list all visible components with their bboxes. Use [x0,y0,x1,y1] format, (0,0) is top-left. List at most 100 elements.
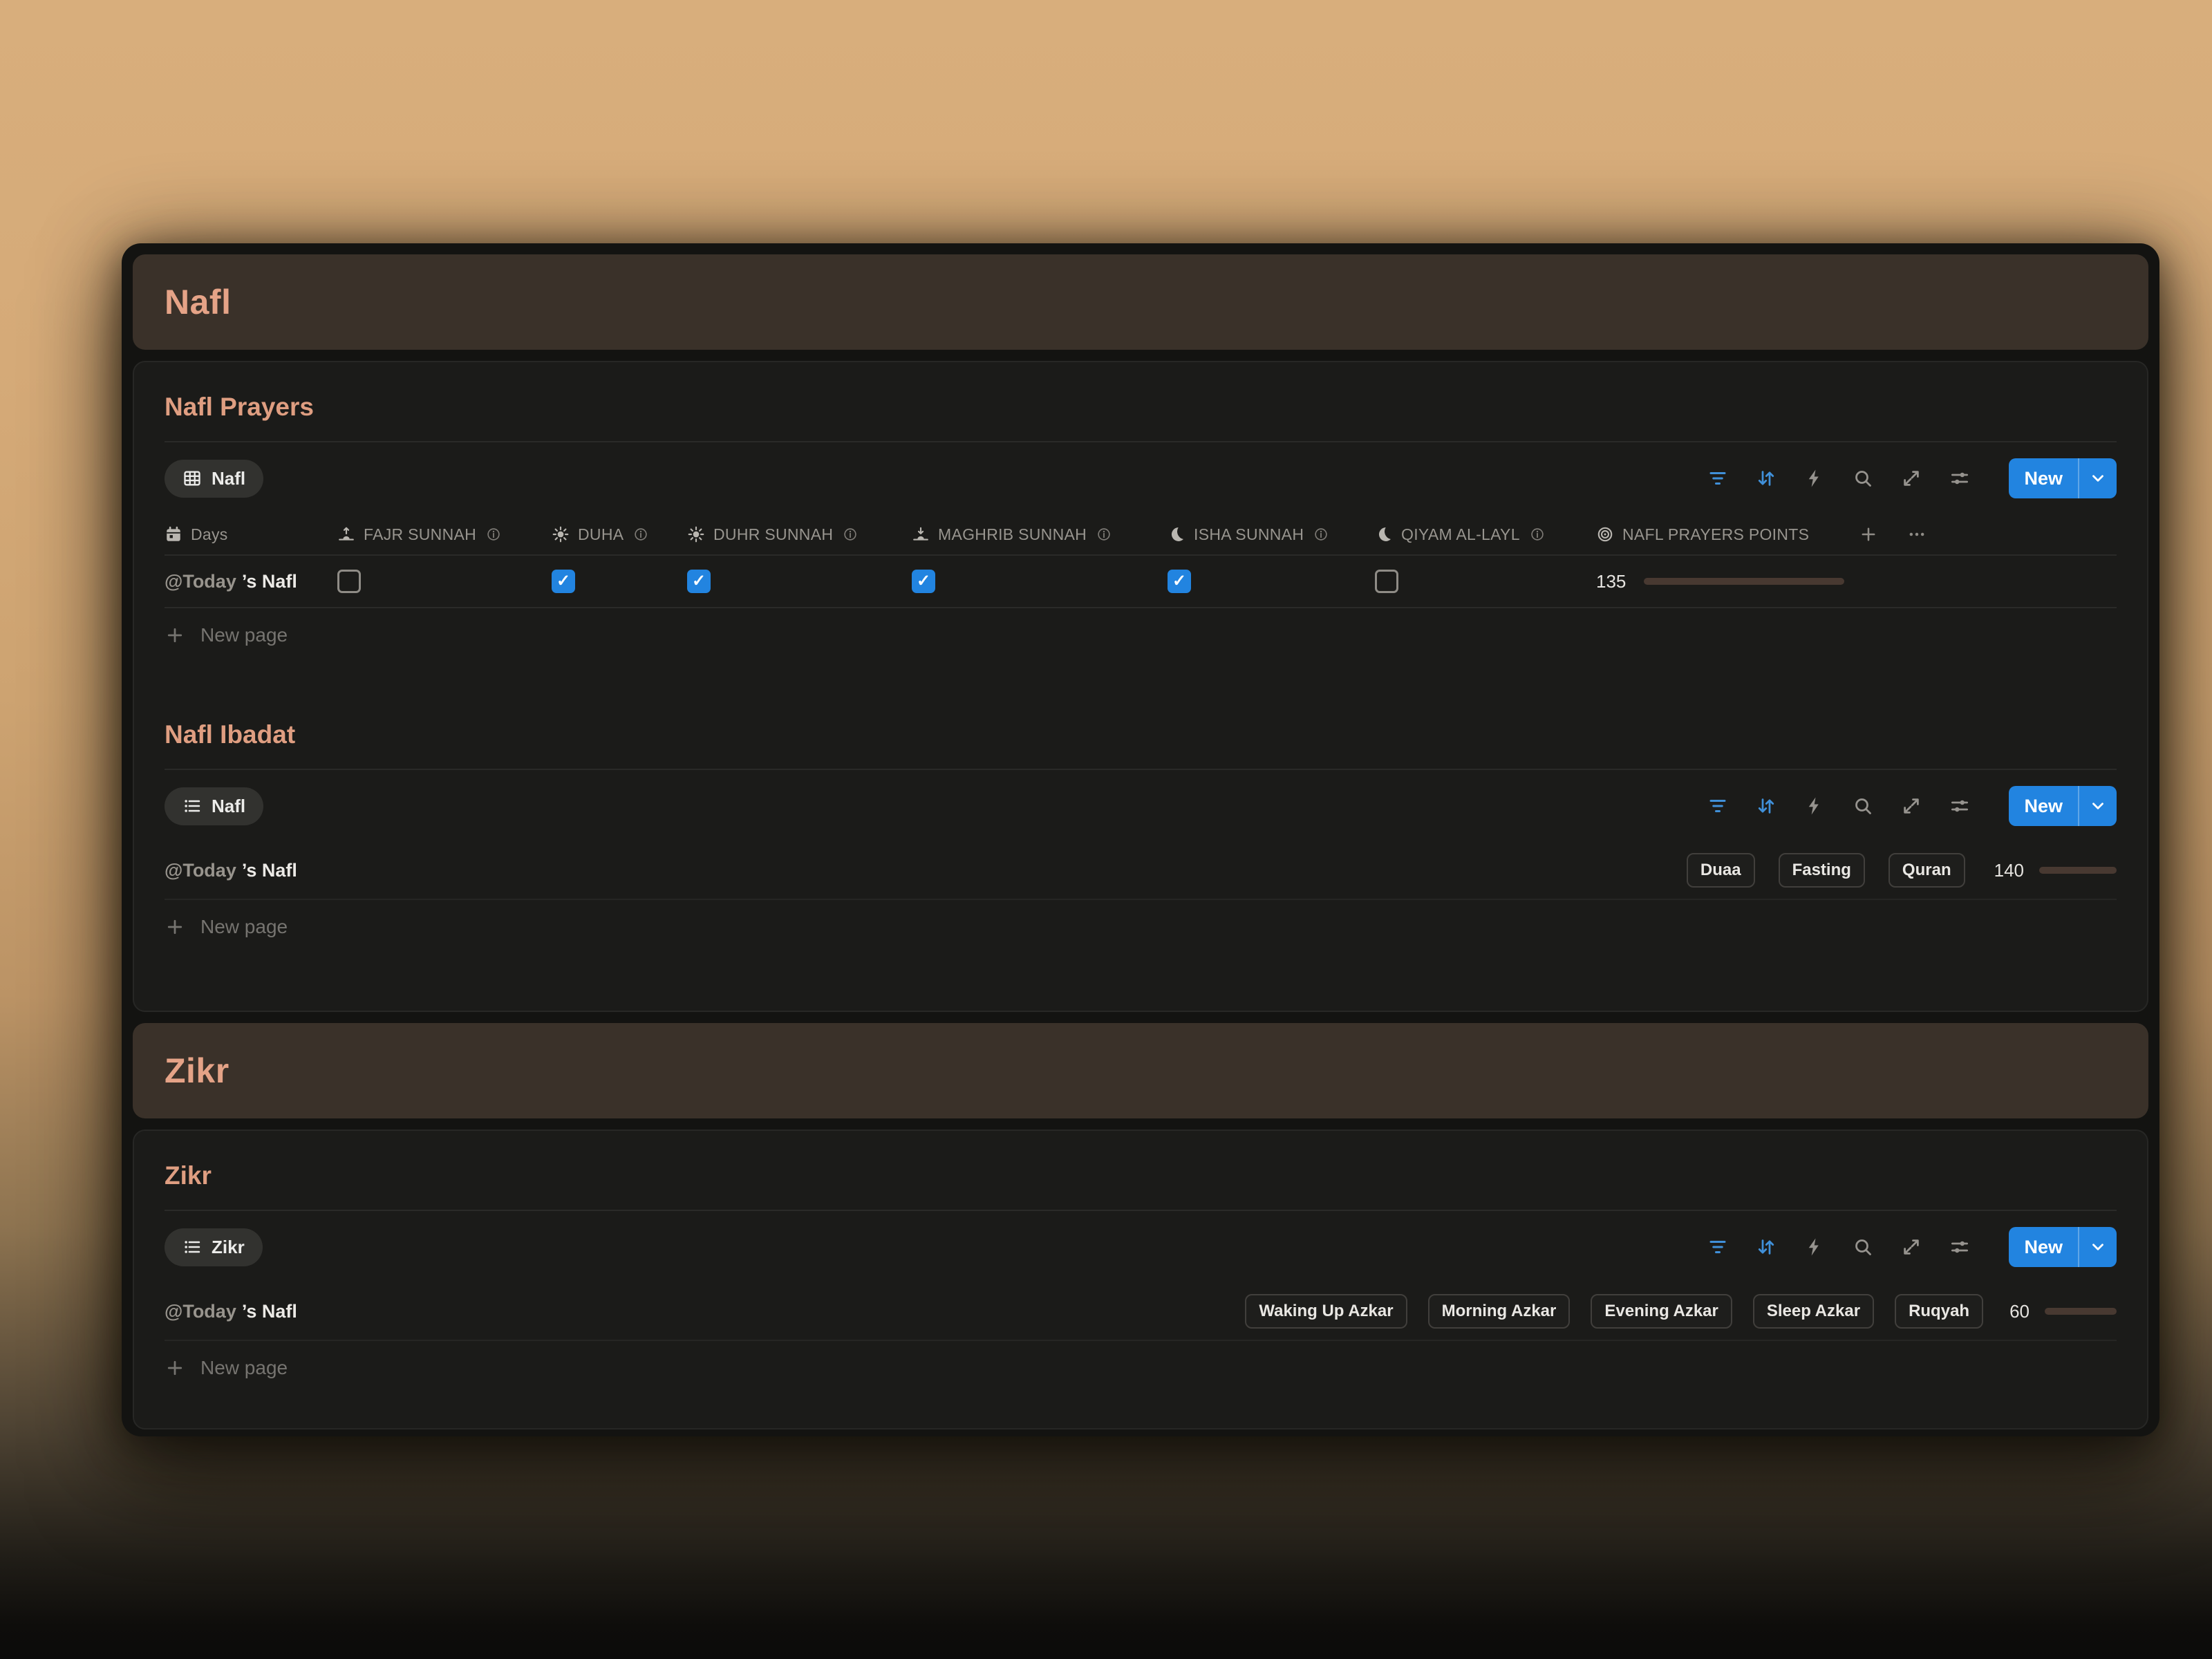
column-header-duha[interactable]: DUHA [552,525,687,544]
nafl-prayers-view-bar: Nafl New [165,442,2117,514]
checkbox-duha[interactable]: ✓ [552,570,575,593]
points-progress-bar [1644,578,1845,585]
table-view-icon [184,471,200,486]
points-value: 140 [1994,859,2024,881]
new-page-button[interactable]: New page [165,608,2117,662]
bolt-icon[interactable] [1804,1237,1825,1257]
check-icon: ✓ [691,572,706,590]
app-window: Nafl Nafl Prayers Nafl New Days FAJR SUN… [122,243,2159,1436]
tab-nafl-list-view[interactable]: Nafl [165,787,264,825]
sunset-icon [913,527,928,541]
sliders-icon[interactable] [1949,1237,1970,1257]
bolt-icon[interactable] [1804,796,1825,816]
table-options-button[interactable] [1907,525,1956,544]
info-icon [487,528,500,541]
sun-icon [688,526,704,543]
search-icon[interactable] [1853,1237,1873,1257]
column-header-isha-sunnah[interactable]: ISHA SUNNAH [1168,525,1375,544]
bolt-icon[interactable] [1804,468,1825,489]
calendar-icon [165,526,182,543]
sort-icon[interactable] [1756,1237,1777,1257]
points-progress-bar [2045,1308,2117,1315]
moon-icon [1171,527,1183,541]
new-button-dropdown[interactable] [2078,786,2117,826]
column-label: MAGHRIB SUNNAH [938,525,1087,543]
checkbox-duhr-sunnah[interactable]: ✓ [687,570,711,593]
tag-list: Duaa Fasting Quran 140 [1686,853,2117,888]
column-header-fajr-sunnah[interactable]: FAJR SUNNAH [337,525,552,544]
nafl-section: Nafl Prayers Nafl New Days FAJR SUNNAH D… [133,361,2148,1012]
info-icon [844,528,857,541]
sliders-icon[interactable] [1949,468,1970,489]
column-header-days[interactable]: Days [165,525,337,544]
zikr-section: Zikr Zikr New @Today ’s Nafl Waking Up A… [133,1130,2148,1430]
row-title-cell[interactable]: @Today’s Nafl [165,571,337,592]
column-header-maghrib-sunnah[interactable]: MAGHRIB SUNNAH [912,525,1168,544]
column-label: DUHA [578,525,624,543]
list-item[interactable]: @Today’s Nafl Waking Up Azkar Morning Az… [165,1283,2117,1341]
points-value: 60 [2009,1300,2030,1322]
today-mention[interactable]: @Today [165,860,236,881]
view-tab-label: Nafl [212,467,246,489]
today-mention[interactable]: @Today [165,571,236,592]
new-page-button[interactable]: New page [165,900,2117,954]
checkbox-qiyam-al-layl[interactable]: ✓ [1375,570,1398,593]
nafl-ibadat-toolbar: New [1707,786,2117,826]
new-button[interactable]: New [2009,458,2117,498]
tag-morning-azkar[interactable]: Morning Azkar [1427,1294,1571,1329]
page-title-zikr: Zikr [165,1051,229,1090]
more-dots-icon [1909,532,1924,536]
zikr-title-box: Zikr [133,1023,2148,1118]
table-row[interactable]: @Today’s Nafl ✓ ✓ ✓ ✓ ✓ ✓ 135 [165,556,2117,608]
list-item[interactable]: @Today’s Nafl Duaa Fasting Quran 140 [165,842,2117,900]
filter-icon[interactable] [1707,468,1728,489]
new-button-label[interactable]: New [2009,1227,2078,1267]
add-column-button[interactable] [1859,525,1907,544]
check-icon: ✓ [1172,572,1187,590]
tab-zikr-list-view[interactable]: Zikr [165,1228,263,1266]
filter-icon[interactable] [1707,1237,1728,1257]
sort-icon[interactable] [1756,796,1777,816]
row-title-text: ’s Nafl [241,859,297,881]
tag-duaa[interactable]: Duaa [1686,853,1755,888]
column-label: NAFL PRAYERS POINTS [1622,525,1810,543]
tag-evening-azkar[interactable]: Evening Azkar [1591,1294,1732,1329]
info-icon [1315,528,1328,541]
new-button[interactable]: New [2009,786,2117,826]
list-view-icon [184,1239,200,1255]
checkbox-isha-sunnah[interactable]: ✓ [1168,570,1191,593]
tab-nafl-table-view[interactable]: Nafl [165,459,264,498]
info-icon [635,528,648,541]
sort-icon[interactable] [1756,468,1777,489]
column-header-nafl-prayers-points[interactable]: NAFL PRAYERS POINTS [1596,525,1859,544]
expand-icon[interactable] [1901,796,1922,816]
expand-icon[interactable] [1901,468,1922,489]
sunrise-icon [339,527,354,541]
check-icon: ✓ [556,572,571,590]
tag-fasting[interactable]: Fasting [1778,853,1865,888]
tag-quran[interactable]: Quran [1888,853,1965,888]
new-button[interactable]: New [2009,1227,2117,1267]
search-icon[interactable] [1853,468,1873,489]
new-button-label[interactable]: New [2009,786,2078,826]
new-page-button[interactable]: New page [165,1341,2117,1395]
points-cell[interactable]: 135 [1596,571,1845,592]
expand-icon[interactable] [1901,1237,1922,1257]
column-header-qiyam-al-layl[interactable]: QIYAM AL-LAYL [1375,525,1596,544]
filter-icon[interactable] [1707,796,1728,816]
new-button-dropdown[interactable] [2078,1227,2117,1267]
tag-sleep-azkar[interactable]: Sleep Azkar [1752,1294,1875,1329]
today-mention[interactable]: @Today [165,1301,236,1322]
new-button-label[interactable]: New [2009,458,2078,498]
plus-icon [167,628,182,643]
checkbox-fajr-sunnah[interactable]: ✓ [337,570,361,593]
column-header-duhr-sunnah[interactable]: DUHR SUNNAH [687,525,912,544]
search-icon[interactable] [1853,796,1873,816]
nafl-title-box: Nafl [133,254,2148,350]
new-button-dropdown[interactable] [2078,458,2117,498]
tag-waking-up-azkar[interactable]: Waking Up Azkar [1245,1294,1407,1329]
tag-ruqyah[interactable]: Ruqyah [1895,1294,1984,1329]
checkbox-maghrib-sunnah[interactable]: ✓ [912,570,935,593]
sliders-icon[interactable] [1949,796,1970,816]
